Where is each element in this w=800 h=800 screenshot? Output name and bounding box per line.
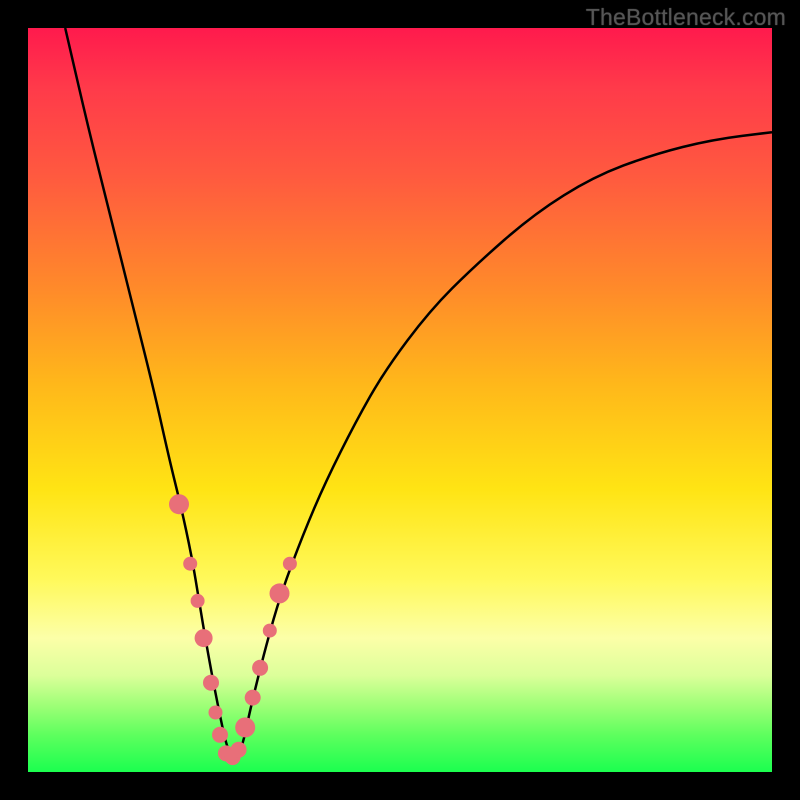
marker-dot [212,727,228,743]
marker-dot [245,690,261,706]
marker-dot [283,557,297,571]
marker-dot [252,660,268,676]
marker-dot [235,717,255,737]
marker-dot [231,742,247,758]
curve-plot [28,28,772,772]
marker-dot [191,594,205,608]
watermark-text: TheBottleneck.com [586,4,786,31]
marker-dot [209,706,223,720]
marker-dot [263,624,277,638]
marker-pill [266,580,292,606]
marker-dot [183,557,197,571]
marker-dot [195,629,213,647]
bottleneck-curve [65,28,772,757]
marker-pill [166,491,192,517]
marker-dot [203,675,219,691]
plot-area [28,28,772,772]
